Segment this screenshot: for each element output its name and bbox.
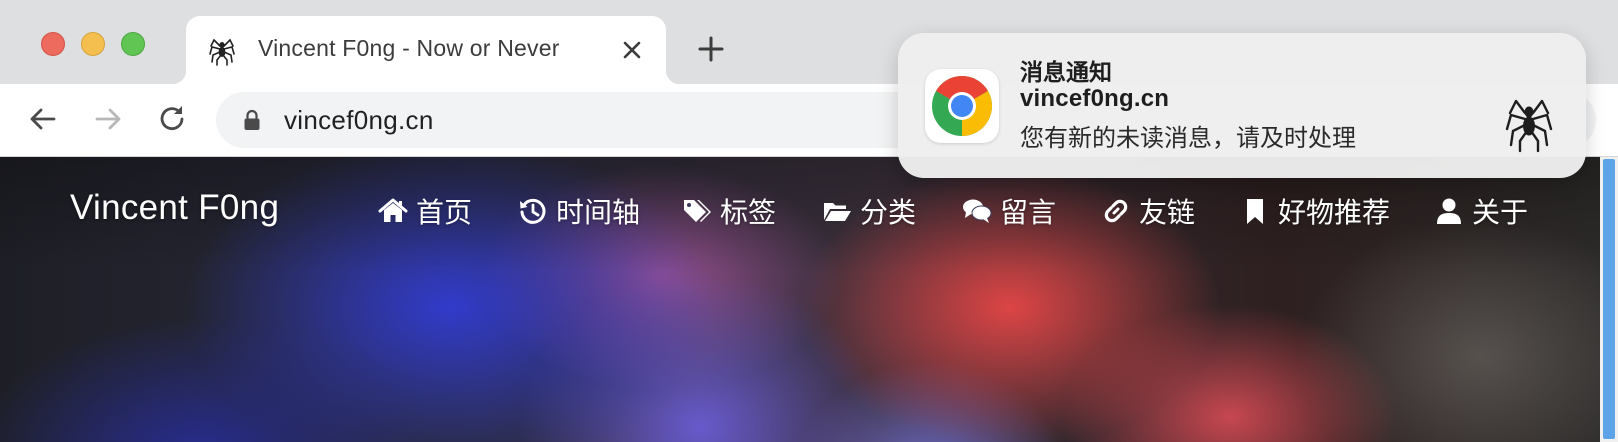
nav-item-categories[interactable]: 分类 [822, 191, 916, 231]
tab-title: Vincent F0ng - Now or Never [258, 35, 560, 61]
chrome-icon [932, 76, 992, 136]
notification-site: vincef0ng.cn [1020, 85, 1170, 112]
browser-tab-active[interactable]: Vincent F0ng - Now or Never [172, 16, 680, 84]
nav-label: 关于 [1472, 197, 1529, 228]
home-icon [378, 198, 408, 222]
nav-item-home[interactable]: 首页 [378, 191, 472, 231]
folder-open-icon [824, 203, 851, 221]
nav-item-recommendations[interactable]: 好物推荐 [1240, 191, 1390, 231]
notification-body: 您有新的未读消息，请及时处理 [1020, 125, 1356, 152]
nav-label: 留言 [1000, 197, 1057, 228]
url-text[interactable]: vincef0ng.cn [284, 105, 434, 136]
nav-label: 友链 [1139, 197, 1196, 228]
nav-label: 标签 [720, 197, 777, 228]
nav-item-timeline[interactable]: 时间轴 [518, 191, 640, 231]
window-close-button[interactable] [41, 32, 65, 56]
page-scrollbar[interactable] [1600, 157, 1618, 442]
bookmark-icon [1247, 199, 1263, 224]
system-notification[interactable]: 消息通知 vincef0ng.cn 您有新的未读消息，请及时处理 [898, 33, 1586, 178]
nav-label: 时间轴 [556, 197, 641, 228]
lock-icon[interactable] [243, 109, 261, 131]
nav-label: 首页 [416, 197, 473, 228]
arrow-left-icon[interactable] [26, 102, 60, 136]
site-nav: 首页 时间轴 标签 分类 留言 友链 好物推荐 关于 [0, 191, 1600, 231]
link-icon [1104, 199, 1128, 223]
plus-icon[interactable] [696, 34, 726, 64]
notification-title: 消息通知 [1020, 59, 1112, 85]
tags-icon [684, 200, 711, 222]
window-zoom-button[interactable] [121, 32, 145, 56]
arrow-right-icon[interactable] [91, 102, 125, 136]
close-icon[interactable] [620, 38, 644, 62]
user-icon [1437, 198, 1461, 224]
spider-icon [1505, 99, 1553, 153]
nav-label: 好物推荐 [1278, 197, 1391, 228]
window-minimize-button[interactable] [81, 32, 105, 56]
comments-icon [963, 199, 992, 223]
history-icon [520, 198, 546, 224]
page-hero-background: Vincent F0ng 首页 时间轴 标签 分类 留言 友链 好物推荐 关于 [0, 157, 1600, 442]
scrollbar-thumb[interactable] [1603, 159, 1615, 439]
nav-item-friend-links[interactable]: 友链 [1101, 191, 1195, 231]
nav-item-guestbook[interactable]: 留言 [962, 191, 1056, 231]
notification-app-icon [925, 69, 999, 143]
nav-label: 分类 [860, 197, 917, 228]
nav-item-tags[interactable]: 标签 [682, 191, 776, 231]
reload-icon[interactable] [155, 102, 189, 136]
nav-item-about[interactable]: 关于 [1434, 191, 1528, 231]
spider-icon [209, 38, 235, 66]
